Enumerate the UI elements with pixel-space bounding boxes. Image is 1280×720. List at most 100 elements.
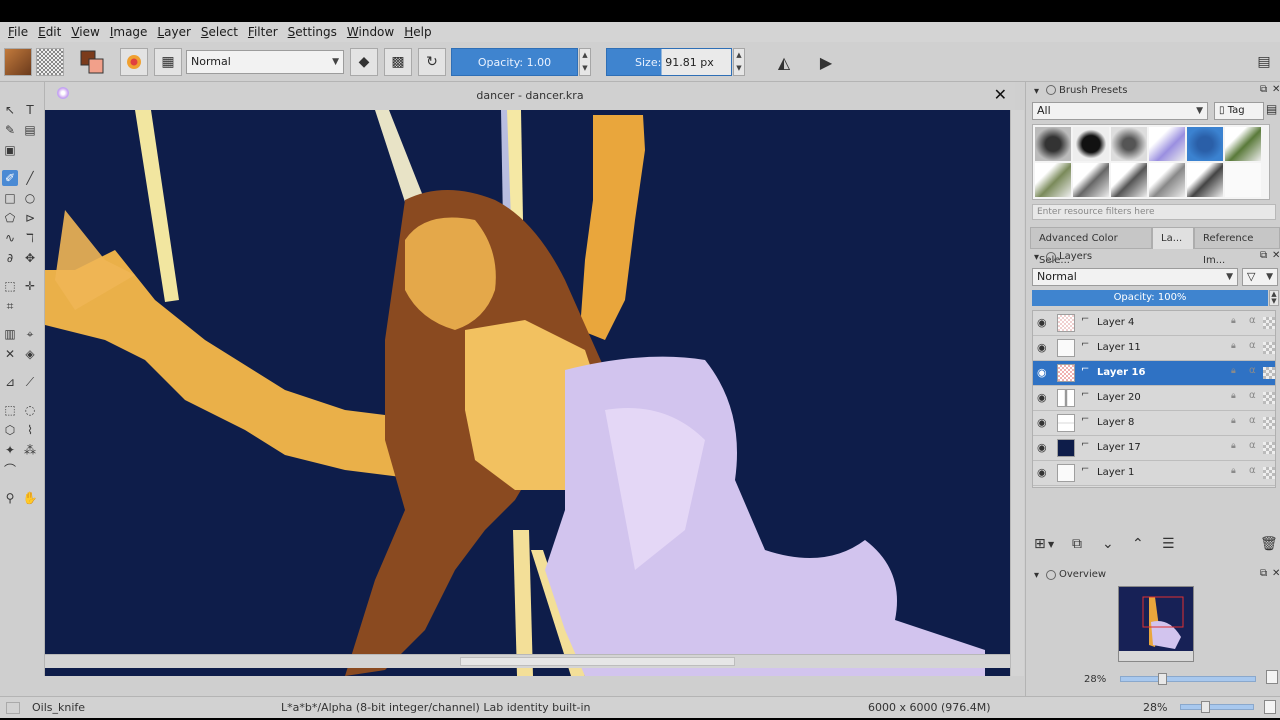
menu-settings[interactable]: Settings [288,25,337,39]
fill-tool-icon[interactable]: ◈ [22,346,38,362]
brush-preset-item-selected[interactable] [1187,127,1223,161]
bezier-selection-tool-icon[interactable]: ⌒ [2,462,18,478]
alpha-channel-icon[interactable] [1263,342,1275,354]
eye-icon[interactable]: ◉ [1037,342,1051,354]
polygonal-selection-tool-icon[interactable]: ⬡ [2,422,18,438]
bezier-tool-icon[interactable]: ∿ [2,230,18,246]
tab-layers[interactable]: La... [1152,227,1194,249]
move-layer-down-icon[interactable]: ⌄ [1102,536,1114,552]
rectangular-selection-tool-icon[interactable]: ⬚ [2,402,18,418]
brush-preset-item[interactable] [1035,163,1071,197]
brush-preset-item[interactable] [1035,127,1071,161]
menu-layer[interactable]: Layer [157,25,190,39]
tab-advanced-color-selector[interactable]: Advanced Color Sele... [1030,227,1152,266]
multibrush-tool-icon[interactable]: ✥ [22,250,38,266]
menu-view[interactable]: View [71,25,99,39]
lock-icon[interactable]: 🔒︎ [1231,416,1236,426]
menu-filter[interactable]: Filter [248,25,278,39]
layer-properties-icon[interactable]: ☰ [1162,536,1175,552]
docker-toggle-button[interactable]: ▤ [1250,48,1278,76]
crop-tool-icon[interactable]: ⌗ [2,298,18,314]
chevron-down-icon[interactable]: ▾ [1034,252,1039,263]
similar-selection-tool-icon[interactable]: ⁂ [22,442,38,458]
zoom-fit-icon[interactable] [1264,700,1276,714]
layer-row[interactable]: ◉ ⌐ Layer 8 🔒︎ α [1033,411,1275,436]
layer-opacity-slider[interactable]: Opacity: 100% [1032,290,1268,306]
zoom-reset-icon[interactable] [1266,670,1278,684]
select-shapes-tool-icon[interactable]: ↖ [2,102,18,118]
color-picker-button[interactable] [120,48,148,76]
brush-preset-item[interactable] [1225,127,1261,161]
color-picker-tool-icon[interactable]: ⌖ [22,326,38,342]
close-docker-icon[interactable]: ✕ [1272,250,1280,261]
add-layer-icon[interactable]: ⊞ [1034,536,1046,552]
menu-help[interactable]: Help [404,25,431,39]
canvas[interactable] [45,110,1010,676]
inherit-alpha-icon[interactable]: ⌐ [1081,389,1089,400]
overview-zoom-slider[interactable] [1120,676,1256,682]
alpha-icon[interactable]: α [1249,390,1256,401]
alpha-icon[interactable]: α [1249,315,1256,326]
calligraphy-tool-icon[interactable]: ▤ [22,122,38,138]
overview-zoom-handle[interactable] [1158,673,1167,685]
alpha-icon[interactable]: α [1249,340,1256,351]
tag-button[interactable]: ▯ Tag [1214,102,1264,120]
size-spin-buttons[interactable]: ▲ ▼ [733,48,745,76]
assistant-tool-icon[interactable]: ▣ [2,142,18,158]
opacity-spin-buttons[interactable]: ▲ ▼ [579,48,591,76]
eraser-mode-button[interactable]: ◆ [350,48,378,76]
float-docker-icon[interactable]: ⧉ [1260,568,1267,579]
layer-blend-mode-select[interactable]: Normal ▼ [1032,268,1238,286]
brush-preset-item[interactable] [1111,163,1147,197]
layer-row[interactable]: ◉ ⌐ Layer 1 🔒︎ α [1033,461,1275,486]
alpha-channel-icon[interactable] [1263,317,1275,329]
layer-row[interactable]: ◉ ⌐ Layer 4 🔒︎ α [1033,311,1275,336]
lock-icon[interactable]: 🔒︎ [1231,441,1236,451]
layer-row-selected[interactable]: ◉ ⌐ Layer 16 🔒︎ α [1033,361,1275,386]
freehand-path-tool-icon[interactable]: ℸ [22,230,38,246]
freehand-brush-tool-icon[interactable]: ✐ [2,170,18,186]
brush-preset-item[interactable] [1149,163,1185,197]
alpha-channel-icon[interactable] [1263,442,1275,454]
layer-opacity-spin-buttons[interactable]: ▲ ▼ [1269,290,1279,306]
pattern-swatch-button[interactable] [36,48,64,76]
gradient-tool-icon[interactable]: ▥ [2,326,18,342]
assistant-ruler-tool-icon[interactable]: ⟋ [22,374,38,390]
vertical-scrollbar[interactable] [1010,110,1024,676]
inherit-alpha-icon[interactable]: ⌐ [1081,414,1089,425]
inherit-alpha-icon[interactable]: ⌐ [1081,464,1089,475]
menu-edit[interactable]: Edit [38,25,61,39]
brush-preset-item[interactable] [1073,163,1109,197]
eye-icon[interactable]: ◉ [1037,317,1051,329]
brush-preset-item[interactable] [1149,127,1185,161]
polygon-tool-icon[interactable]: ⬠ [2,210,18,226]
eye-icon[interactable]: ◉ [1037,442,1051,454]
gradient-swatch-button[interactable] [4,48,32,76]
layer-row[interactable]: ◉ ⌐ Layer 20 🔒︎ α [1033,386,1275,411]
brush-preset-chooser-button[interactable]: ▦ [154,48,182,76]
lock-icon[interactable]: 🔒︎ [1231,366,1236,376]
alpha-channel-icon[interactable] [1263,467,1275,479]
alpha-icon[interactable]: α [1249,440,1256,451]
brush-preset-item[interactable] [1073,127,1109,161]
transform-tool-icon[interactable]: ⬚ [2,278,18,294]
eye-icon[interactable]: ◉ [1037,417,1051,429]
inherit-alpha-icon[interactable]: ⌐ [1081,314,1089,325]
blend-mode-select[interactable]: Normal ▼ [186,50,344,74]
horizontal-scrollbar[interactable] [45,654,1010,668]
lock-icon[interactable]: 🔒︎ [1231,391,1236,401]
zoom-slider[interactable] [1180,704,1254,710]
menu-file[interactable]: File [8,25,28,39]
alpha-channel-icon[interactable] [1263,367,1275,379]
reload-preset-button[interactable]: ↻ [418,48,446,76]
brush-tag-filter-select[interactable]: All ▼ [1032,102,1208,120]
move-tool-icon[interactable]: ✛ [22,278,38,294]
text-tool-icon[interactable]: T [22,102,38,118]
measure-tool-icon[interactable]: ⊿ [2,374,18,390]
view-mode-icon[interactable]: ▤ [1266,102,1277,116]
polyline-tool-icon[interactable]: ⊳ [22,210,38,226]
line-tool-icon[interactable]: ╱ [22,170,38,186]
float-docker-icon[interactable]: ⧉ [1260,250,1267,261]
rectangle-tool-icon[interactable]: □ [2,190,18,206]
eye-icon[interactable]: ◉ [1037,367,1051,379]
